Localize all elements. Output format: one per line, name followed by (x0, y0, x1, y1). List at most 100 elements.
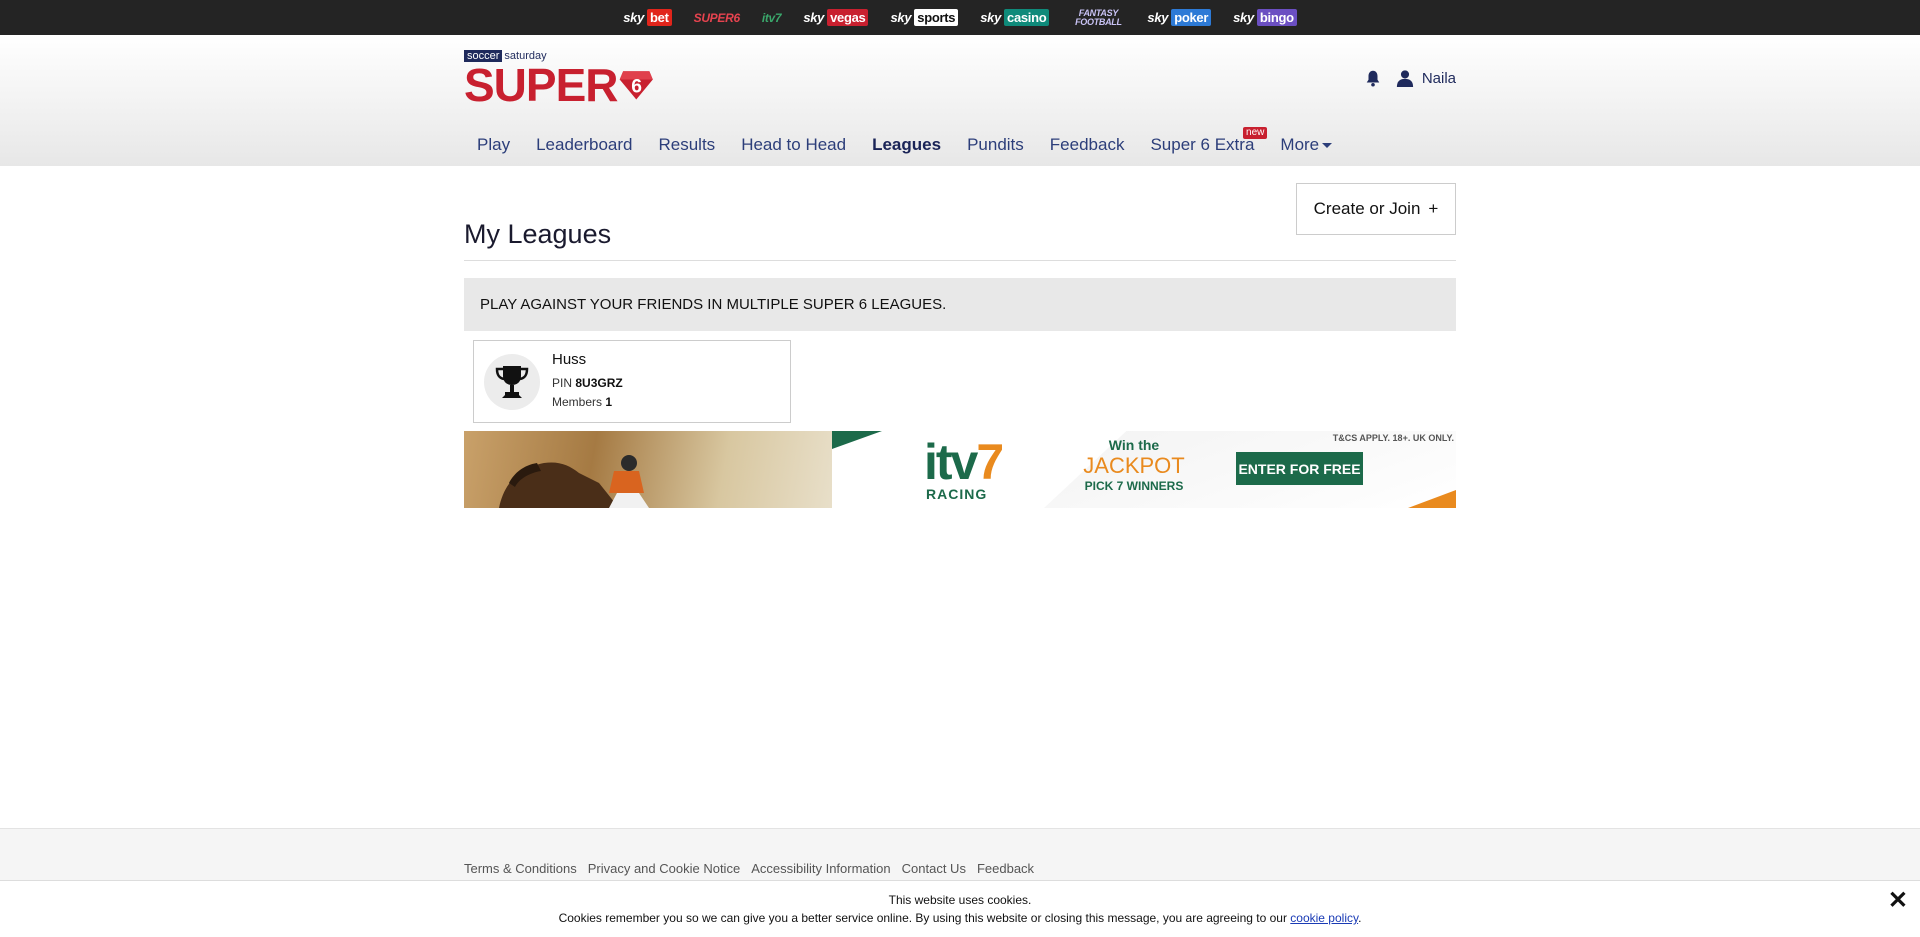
league-card[interactable]: Huss PIN 8U3GRZ Members 1 (473, 340, 791, 423)
brand-skybingo[interactable]: sky bingo (1233, 9, 1297, 26)
cookie-policy-link[interactable]: cookie policy (1290, 911, 1358, 925)
create-or-join-button[interactable]: Create or Join + (1296, 183, 1456, 235)
main-nav: Play Leaderboard Results Head to Head Le… (464, 125, 1345, 165)
nav-leagues[interactable]: Leagues (859, 125, 954, 165)
nav-label: Pundits (967, 135, 1024, 154)
itv-text: itv (924, 434, 978, 490)
title-row: My Leagues Create or Join + (464, 183, 1456, 261)
footer-link-accessibility[interactable]: Accessibility Information (751, 861, 890, 876)
username: Naila (1421, 69, 1456, 87)
logo-super: SUPER (464, 59, 618, 111)
brand-skysports[interactable]: sky sports (890, 9, 959, 26)
brand-label: FANTASY FOOTBALL (1075, 7, 1122, 27)
brand-bar: sky bet SUPER6 itv7 sky vegas sky sports… (0, 0, 1920, 35)
brand-sky-label: sky (803, 10, 825, 25)
brand-label: SUPER6 (693, 10, 741, 25)
pin-label: PIN (552, 376, 573, 390)
nav-label: More (1280, 135, 1320, 154)
nav-label: Super 6 Extra (1150, 135, 1255, 154)
nav-label: Play (477, 135, 511, 154)
user-icon (1396, 70, 1413, 87)
ad-orange-accent (1408, 490, 1456, 508)
brand-sky-label: sky (1233, 10, 1254, 25)
nav-feedback[interactable]: Feedback (1037, 125, 1138, 165)
brand-skybet[interactable]: sky bet (623, 9, 672, 26)
itv7-ad-banner[interactable]: itv7 RACING Win the JACKPOT PICK 7 WINNE… (464, 431, 1456, 508)
brand-super6-extra[interactable]: SUPER6 (693, 10, 741, 25)
info-banner: PLAY AGAINST YOUR FRIENDS IN MULTIPLE SU… (464, 278, 1456, 331)
nav-label: Leaderboard (536, 135, 633, 154)
footer-link-privacy[interactable]: Privacy and Cookie Notice (588, 861, 740, 876)
cookie-end: . (1358, 911, 1362, 925)
brand-label: bingo (1256, 9, 1297, 26)
nav-pundits[interactable]: Pundits (954, 125, 1037, 165)
ad-pick: PICK 7 WINNERS (1084, 479, 1184, 493)
caret-down-icon (1322, 143, 1333, 149)
cookie-banner: This website uses cookies. Cookies remem… (0, 880, 1920, 937)
itv-seven: 7 (976, 434, 1004, 490)
cookie-title: This website uses cookies. (888, 893, 1032, 907)
nav-label: Leagues (872, 135, 942, 154)
brand-skycasino[interactable]: sky casino (980, 9, 1050, 26)
ad-jackpot-text: Win the JACKPOT PICK 7 WINNERS (1079, 437, 1189, 493)
nav-head-to-head[interactable]: Head to Head (728, 125, 859, 165)
nav-leaderboard[interactable]: Leaderboard (523, 125, 645, 165)
league-avatar (484, 353, 540, 410)
footer-link-contact[interactable]: Contact Us (902, 861, 966, 876)
footer-link-feedback[interactable]: Feedback (977, 861, 1034, 876)
nav-results[interactable]: Results (646, 125, 729, 165)
site-header: soccer saturday SUPER 6 Naila Play Leade… (0, 35, 1920, 166)
nav-play[interactable]: Play (464, 125, 523, 165)
league-members-row: Members 1 (552, 393, 623, 412)
cookie-text: Cookies remember you so we can give you … (558, 911, 1287, 925)
brand-skyvegas[interactable]: sky vegas (803, 9, 869, 26)
close-icon[interactable]: ✕ (1888, 889, 1908, 913)
nav-super6-extra[interactable]: Super 6 Extra new (1137, 125, 1268, 165)
footer-links: Terms & Conditions Privacy and Cookie No… (464, 829, 1456, 876)
brand-sky-label: sky (623, 10, 644, 25)
brand-fantasy-football[interactable]: FANTASY FOOTBALL (1071, 7, 1125, 27)
league-info: Huss PIN 8U3GRZ Members 1 (552, 351, 623, 412)
league-name: Huss (552, 351, 587, 368)
nav-label: Results (658, 135, 716, 154)
nav-more[interactable]: More (1267, 125, 1345, 165)
brand-sky-label: sky (1147, 10, 1169, 25)
brand-label: casino (1004, 9, 1050, 26)
user-menu[interactable]: Naila (1396, 69, 1456, 87)
brand-label: bet (647, 9, 672, 26)
enter-for-free-button[interactable]: ENTER FOR FREE (1236, 452, 1363, 485)
cookie-body: Cookies remember you so we can give you … (0, 909, 1920, 927)
bell-icon[interactable] (1364, 69, 1382, 87)
plus-icon: + (1428, 199, 1439, 218)
nav-label: Head to Head (741, 135, 847, 154)
brand-itv7[interactable]: itv7 (761, 10, 782, 25)
logo-number: 6 (632, 77, 643, 98)
logo-wordmark: SUPER 6 (464, 62, 654, 108)
league-pin-row: PIN 8U3GRZ (552, 374, 623, 393)
ad-photo (464, 431, 832, 508)
brand-sky-label: sky (890, 10, 912, 25)
super6-logo[interactable]: soccer saturday SUPER 6 (464, 50, 654, 110)
league-members-count: 1 (605, 395, 613, 409)
logo-gem-icon: 6 (620, 71, 654, 100)
brand-label: itv7 (761, 10, 782, 25)
footer-link-terms[interactable]: Terms & Conditions (464, 861, 577, 876)
brand-skypoker[interactable]: sky poker (1147, 9, 1212, 26)
itv7-logo: itv7 (924, 434, 1004, 490)
members-label: Members (552, 395, 603, 409)
create-label: Create or Join (1313, 199, 1421, 218)
ad-terms: T&CS APPLY. 18+. UK ONLY. (1332, 433, 1454, 443)
ad-green-accent (832, 431, 882, 449)
trophy-icon (495, 365, 529, 398)
user-area: Naila (1364, 69, 1456, 87)
new-badge: new (1243, 127, 1268, 139)
nav-label: Feedback (1049, 135, 1125, 154)
main-content: My Leagues Create or Join + PLAY AGAINST… (464, 166, 1456, 508)
racehorse-image (499, 455, 649, 508)
ad-jackpot: JACKPOT (1083, 453, 1185, 478)
brand-label: poker (1171, 9, 1212, 26)
brand-label: vegas (827, 9, 869, 26)
ad-win-line: Win the (1108, 437, 1160, 453)
page-title: My Leagues (464, 219, 612, 249)
itv-racing-label: RACING (926, 486, 988, 502)
